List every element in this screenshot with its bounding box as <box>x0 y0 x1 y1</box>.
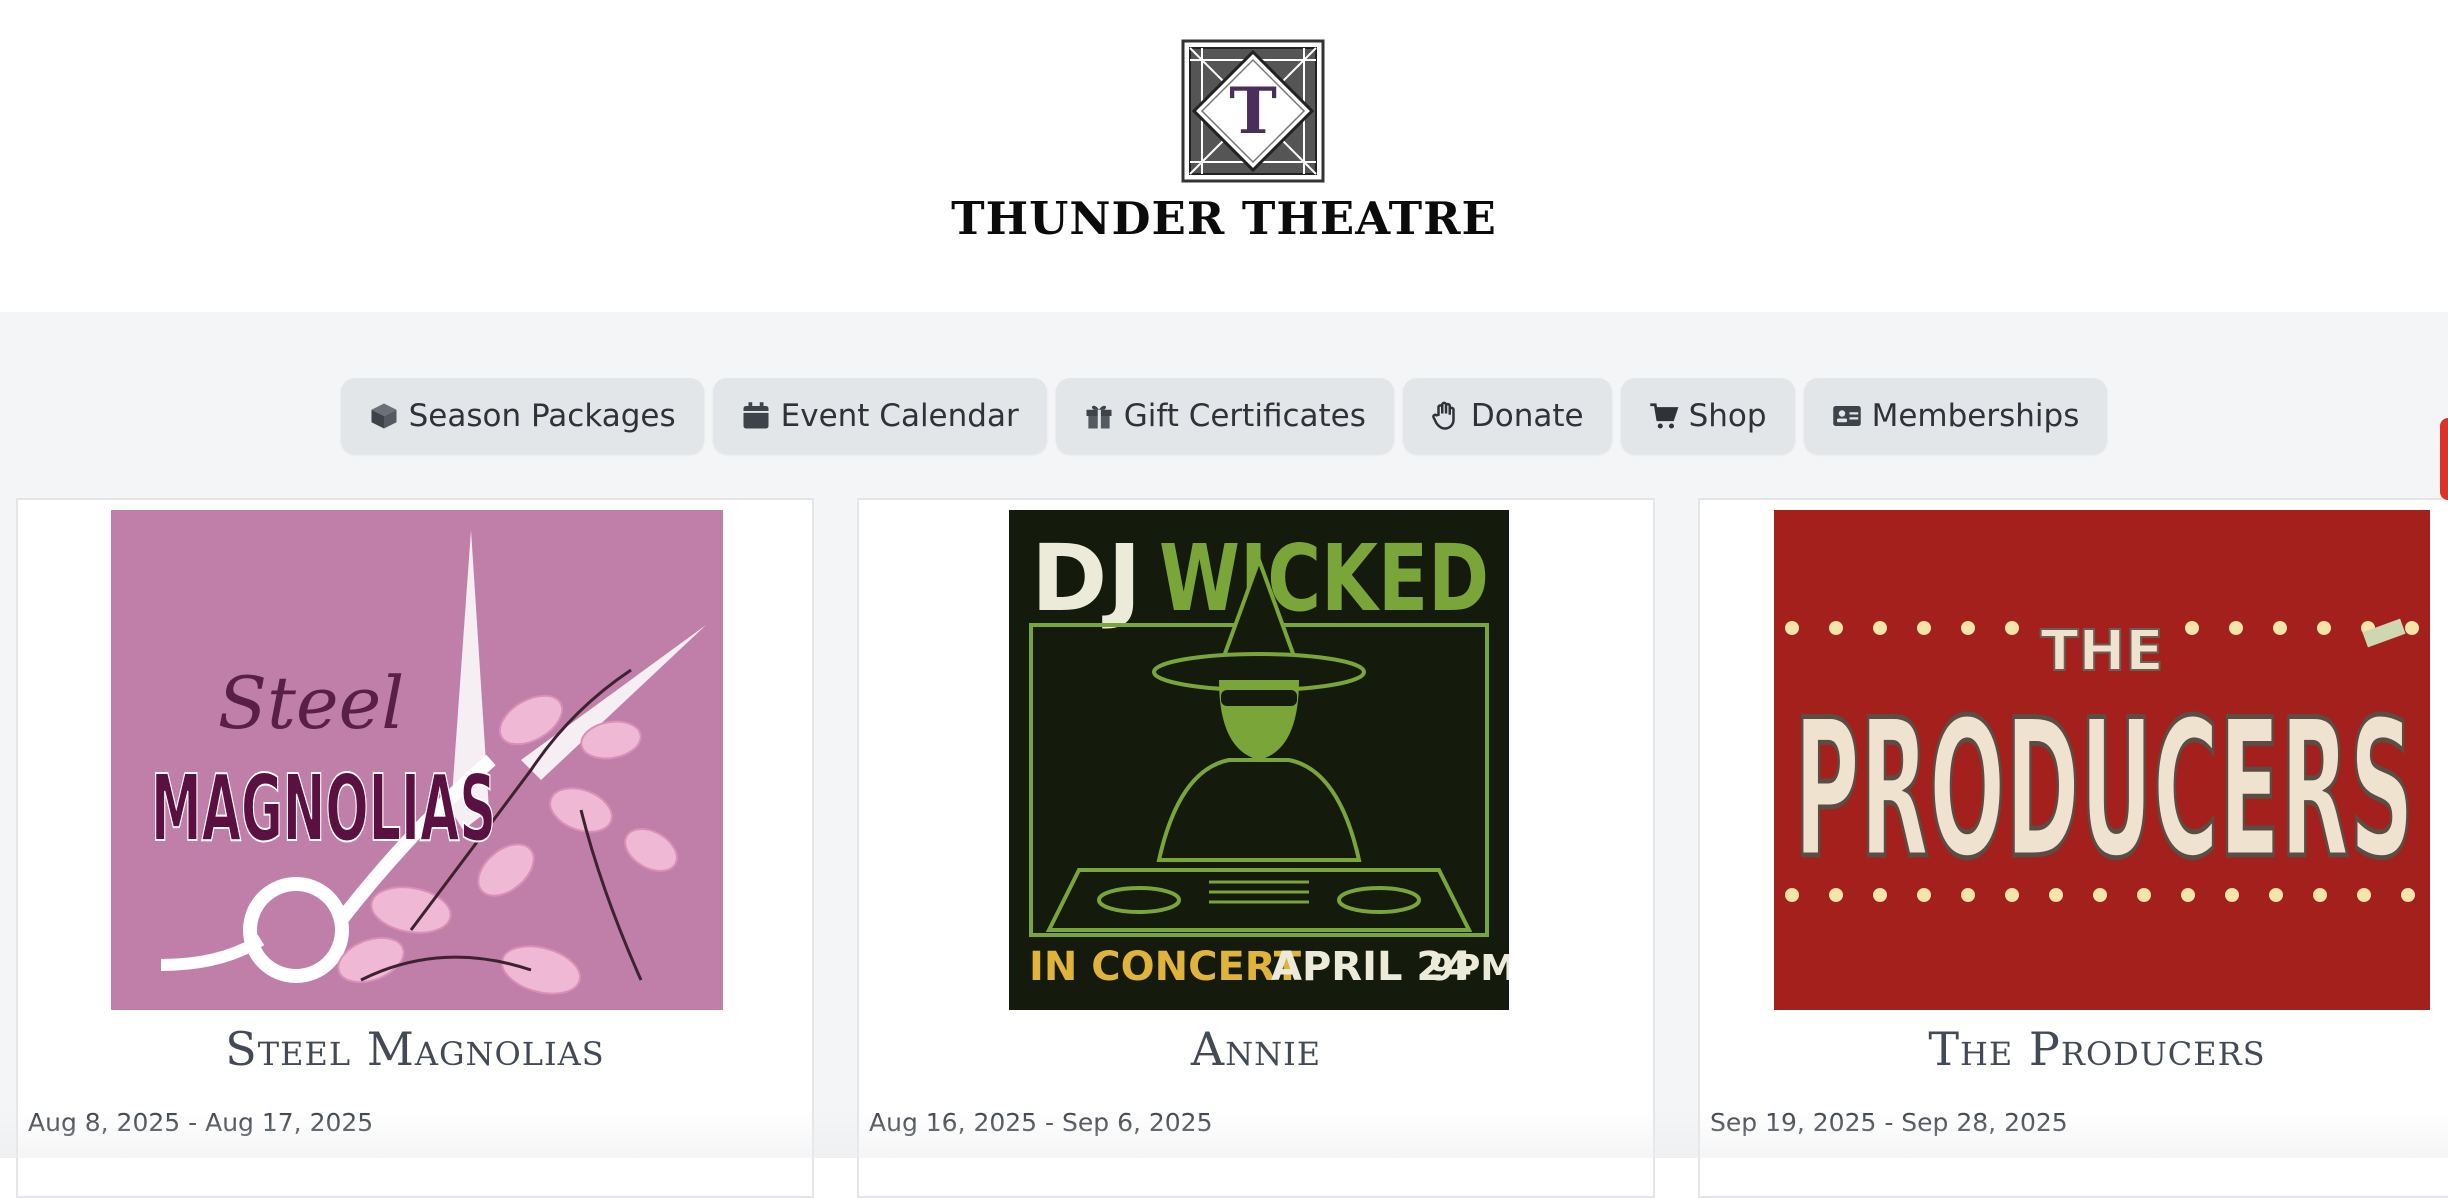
poster-line-a: IN CONCERT <box>1029 944 1302 990</box>
poster-main-title: PRODUCERS <box>1794 679 2414 900</box>
nav-label: Shop <box>1688 398 1767 434</box>
primary-nav: Season Packages Event Calendar Gift Cert… <box>0 378 2448 454</box>
box-icon <box>371 403 397 429</box>
nav-season-packages[interactable]: Season Packages <box>340 378 704 454</box>
event-poster-annie[interactable]: DJ WICKED IN CONCERT APRIL 24 9PM <box>1009 510 1509 1010</box>
event-title[interactable]: Steel Magnolias <box>18 1022 812 1076</box>
poster-word-1: DJ <box>1031 525 1142 632</box>
id-card-icon <box>1832 406 1861 426</box>
poster-main-word: MAGNOLIAS <box>151 755 496 862</box>
nav-shop[interactable]: Shop <box>1620 378 1795 454</box>
logo-letter: T <box>1229 74 1277 149</box>
site-title[interactable]: THUNDER THEATRE <box>0 192 2448 245</box>
theatre-logo-emblem[interactable]: T <box>1180 38 1326 184</box>
nav-label: Season Packages <box>408 398 676 434</box>
calendar-icon <box>743 402 769 429</box>
event-card[interactable]: THE PRODUCERS The Producers Sep 19, 2025… <box>1698 498 2448 1198</box>
poster-word-2: WICKED <box>1159 525 1489 632</box>
poster-line-c: 9PM <box>1429 948 1509 989</box>
nav-label: Gift Certificates <box>1123 398 1366 434</box>
event-title[interactable]: Annie <box>859 1022 1653 1076</box>
side-feedback-tab[interactable] <box>2440 418 2448 500</box>
poster-small-word: THE <box>2040 619 2163 684</box>
event-card[interactable]: DJ WICKED IN CONCERT APRIL 24 9PM Annie … <box>857 498 1655 1198</box>
event-dates: Sep 19, 2025 - Sep 28, 2025 <box>1710 1108 2068 1137</box>
nav-label: Donate <box>1470 398 1584 434</box>
event-dates: Aug 8, 2025 - Aug 17, 2025 <box>28 1108 374 1137</box>
event-poster-steel-magnolias[interactable]: Steel MAGNOLIAS <box>111 510 723 1010</box>
gift-icon <box>1086 405 1112 429</box>
cart-icon <box>1649 403 1679 429</box>
site-header: T THUNDER THEATRE <box>0 0 2448 312</box>
event-poster-the-producers[interactable]: THE PRODUCERS <box>1774 510 2430 1010</box>
event-dates: Aug 16, 2025 - Sep 6, 2025 <box>869 1108 1213 1137</box>
nav-memberships[interactable]: Memberships <box>1803 378 2108 454</box>
hand-icon <box>1432 401 1455 430</box>
poster-script-word: Steel <box>218 661 405 745</box>
nav-gift-certificates[interactable]: Gift Certificates <box>1055 378 1394 454</box>
nav-label: Event Calendar <box>780 398 1019 434</box>
event-title[interactable]: The Producers <box>1700 1022 2448 1076</box>
nav-donate[interactable]: Donate <box>1402 378 1612 454</box>
main-content: Season Packages Event Calendar Gift Cert… <box>0 312 2448 1198</box>
nav-label: Memberships <box>1871 398 2080 434</box>
nav-event-calendar[interactable]: Event Calendar <box>712 378 1047 454</box>
event-card[interactable]: Steel MAGNOLIAS Steel Magnolias Aug 8, 2… <box>16 498 814 1198</box>
